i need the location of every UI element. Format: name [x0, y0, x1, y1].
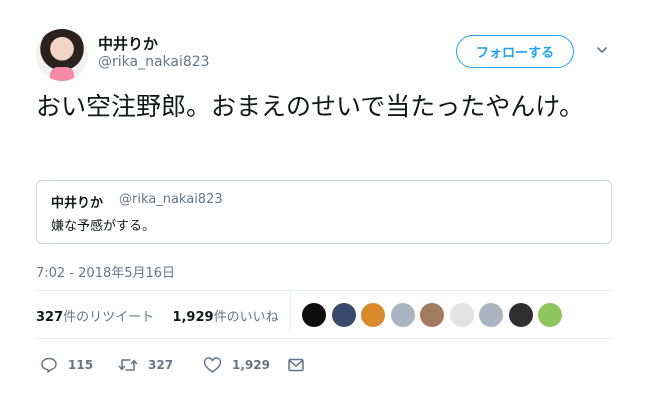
retweets-label: 件のリツイート	[63, 310, 155, 325]
quoted-tweet[interactable]: 中井りか @rika_nakai823 嫌な予感がする。	[36, 180, 612, 244]
tweet-timestamp[interactable]: 7:02 - 2018年5月16日	[36, 262, 175, 281]
likes-stat[interactable]: 1,929件のいいね	[172, 310, 278, 325]
liker-avatar-6[interactable]	[449, 303, 474, 327]
liker-avatar-5[interactable]	[420, 303, 444, 327]
retweet-icon	[118, 359, 138, 371]
author-avatar[interactable]	[36, 29, 88, 81]
reply-count: 115	[68, 358, 94, 372]
tweet-stats: 327件のリツイート 1,929件のいいね	[36, 306, 279, 325]
liker-avatar-2[interactable]	[331, 303, 356, 327]
reply-button[interactable]: 115	[40, 356, 93, 374]
reply-icon	[41, 357, 57, 373]
envelope-icon	[288, 358, 304, 372]
heart-icon	[203, 357, 222, 373]
retweets-count: 327	[36, 310, 64, 325]
likes-label: 件のいいね	[213, 310, 279, 325]
chevron-down-icon[interactable]	[596, 44, 608, 56]
divider	[36, 338, 612, 339]
author-handle[interactable]: @rika_nakai823	[98, 54, 210, 70]
divider	[36, 290, 612, 291]
retweets-stat[interactable]: 327件のリツイート	[36, 310, 154, 325]
retweet-count: 327	[148, 358, 174, 372]
tweet-text: おい空注野郎。おまえのせいで当たったやんけ。	[36, 92, 585, 121]
quoted-tweet-text: 嫌な予感がする。	[51, 219, 156, 234]
quoted-tweet-author-name: 中井りか	[51, 196, 104, 211]
liker-avatar-3[interactable]	[361, 303, 385, 327]
likes-count: 1,929	[172, 310, 214, 325]
liker-avatar-9[interactable]	[538, 303, 562, 327]
stats-divider	[290, 292, 291, 330]
follow-button[interactable]: フォローする	[456, 35, 574, 68]
like-button[interactable]: 1,929	[203, 356, 270, 374]
liker-avatar-4[interactable]	[390, 303, 415, 327]
liker-avatar-8[interactable]	[508, 303, 533, 327]
liker-avatar-7[interactable]	[479, 303, 503, 327]
author-name[interactable]: 中井りか	[98, 33, 158, 54]
retweet-button[interactable]: 327	[118, 356, 173, 374]
like-count: 1,929	[232, 358, 270, 372]
quoted-tweet-author-handle: @rika_nakai823	[119, 192, 223, 207]
liker-avatar-1[interactable]	[302, 303, 326, 327]
direct-message-button[interactable]	[287, 356, 315, 374]
